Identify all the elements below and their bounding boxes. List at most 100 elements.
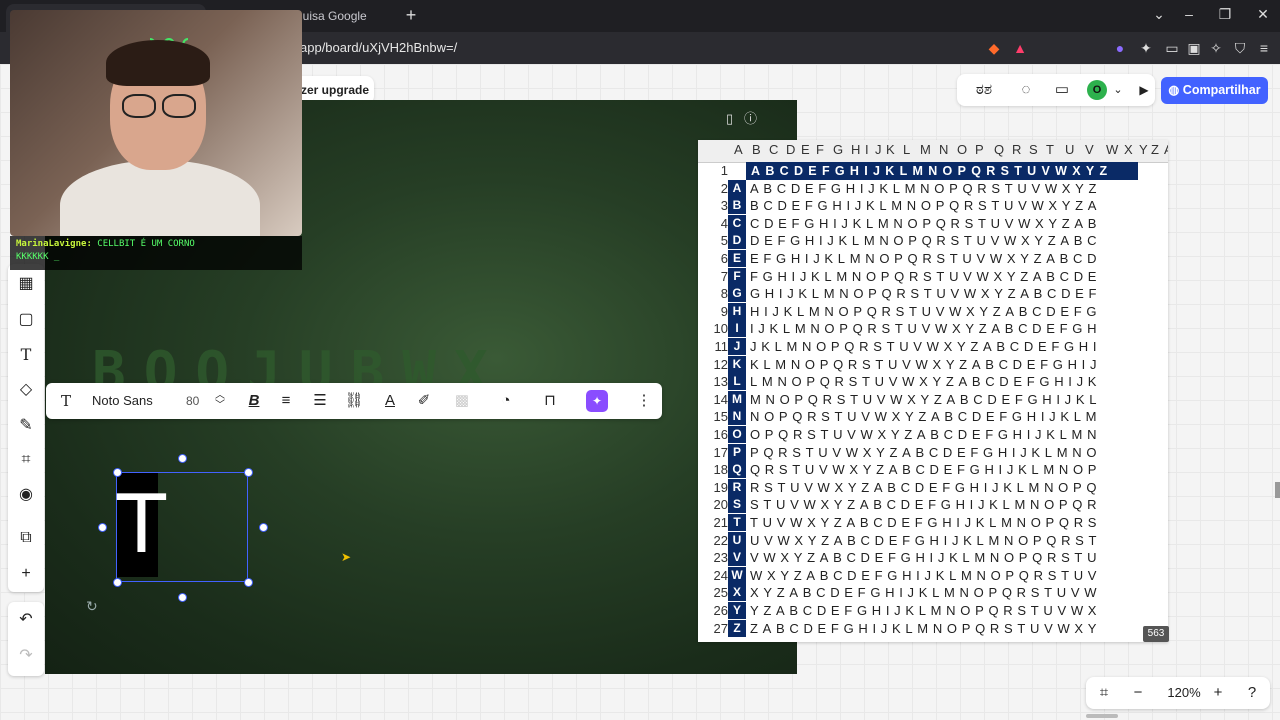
resize-handle-br[interactable] [244, 578, 253, 587]
resize-handle-tl[interactable] [113, 468, 122, 477]
vpn-icon[interactable]: ⛉ [1230, 38, 1250, 58]
bold-button[interactable]: B [244, 391, 264, 411]
vertical-scrollbar[interactable] [1275, 482, 1280, 498]
row-key-letter: D [728, 232, 746, 250]
more-options-icon[interactable]: ⋮ [634, 391, 654, 411]
close-window-button[interactable]: ✕ [1248, 6, 1278, 23]
row-key-letter: O [728, 426, 746, 443]
row-number: 21 [713, 515, 728, 530]
video-icon[interactable]: ▭ [1051, 80, 1073, 100]
align-icon[interactable]: ≡ [276, 391, 296, 411]
row-key-letter: V [728, 549, 746, 567]
table-row: ABCDEFGHIJKLMNOPQRSTUVWXYZ [750, 180, 1102, 196]
brave-shield-icon[interactable]: ◆ [984, 38, 1004, 58]
zoom-out-button[interactable]: − [1128, 683, 1148, 703]
tab-list-button[interactable]: ⌄ [1144, 6, 1174, 23]
font-size-input[interactable]: 80 [186, 391, 199, 411]
sticky-note-icon[interactable]: ▢ [14, 308, 38, 332]
table-row: YZABCDEFGHIJKLMNOPQRSTUVWX [750, 603, 1102, 618]
minimize-button[interactable]: – [1174, 6, 1204, 22]
help-icon[interactable]: ? [1242, 683, 1262, 703]
templates-icon[interactable]: ▦ [14, 272, 38, 296]
maximize-button[interactable]: ❐ [1210, 6, 1240, 23]
zoom-in-button[interactable]: + [1208, 683, 1228, 703]
chevron-down-icon[interactable]: ⌄ [1107, 80, 1129, 100]
column-header: O [957, 142, 968, 157]
browser-menu-icon[interactable]: ≡ [1254, 38, 1274, 58]
tab-google-search[interactable]: quisa Google [286, 4, 402, 32]
row-number: 25 [713, 585, 728, 601]
row-number: 4 [720, 215, 728, 231]
rotate-icon[interactable]: ↻ [86, 598, 98, 615]
new-tab-button[interactable]: + [400, 4, 422, 26]
row-key-letter: H [728, 302, 746, 320]
undo-icon[interactable]: ↶ [14, 608, 38, 632]
comment-icon[interactable]: ◔ [496, 391, 516, 411]
highlight-icon[interactable]: ✐ [414, 391, 434, 411]
row-number: 1 [720, 163, 728, 178]
info-icon[interactable]: ⓘ [744, 111, 757, 126]
shapes-icon[interactable]: ◇ [14, 378, 38, 402]
text-type-icon[interactable]: T [56, 391, 76, 411]
palette-icon[interactable]: ◉ [14, 483, 38, 507]
connector-handle-left[interactable] [98, 523, 107, 532]
brave-rewards-icon[interactable]: ▲ [1010, 38, 1030, 58]
table-row: JKLMNOPQRSTUVWXYZABCDEFGHI [750, 339, 1102, 354]
connector-handle-right[interactable] [259, 523, 268, 532]
streamer-hair [106, 40, 210, 86]
row-key-letter: N [728, 408, 746, 426]
lock-icon[interactable]: ⊓ [540, 391, 560, 411]
present-icon[interactable]: ▶ [1133, 80, 1155, 100]
frame-icon[interactable]: ⌗ [14, 448, 38, 472]
link-icon[interactable]: ⛓ [344, 391, 364, 411]
column-header: G [833, 142, 844, 157]
column-header: D [786, 142, 796, 157]
row-number: 11 [714, 339, 729, 354]
share-button[interactable]: ◍ Compartilhar [1161, 77, 1268, 104]
column-header: AA [1164, 142, 1168, 157]
sidebar-icon[interactable]: ▭ [1162, 38, 1182, 58]
table-row: ZABCDEFGHIJKLMNOPQRSTUVWXY [750, 620, 1102, 636]
embed-icon[interactable]: ⧉ [14, 526, 38, 550]
wallet-icon[interactable]: ▣ [1184, 38, 1204, 58]
column-header: L [903, 142, 911, 157]
reactions-icon[interactable]: ಠಶ [967, 80, 1001, 100]
row-key-letter: G [728, 285, 746, 303]
text-tool-icon[interactable]: T [14, 343, 38, 367]
extension-icon[interactable]: ● [1110, 38, 1130, 58]
selected-text-element[interactable]: T [117, 473, 166, 577]
copy-icon[interactable]: ▯ [726, 111, 733, 126]
font-family-select[interactable]: Noto Sans [92, 391, 153, 411]
horizontal-scrollbar[interactable] [1086, 714, 1118, 718]
fill-icon[interactable]: ▩ [452, 391, 472, 411]
add-icon[interactable]: + [14, 562, 38, 586]
url-field[interactable]: app/board/uXjVH2hBnbw=/ [290, 36, 980, 60]
column-header: A [734, 142, 743, 157]
text-color-icon[interactable]: A [380, 391, 400, 411]
column-header: Q [994, 142, 1005, 157]
pen-icon[interactable]: ✎ [14, 414, 38, 438]
share-label: Compartilhar [1182, 83, 1261, 97]
zoom-level[interactable]: 120% [1164, 683, 1204, 703]
mouse-cursor-icon: ➤ [341, 550, 352, 564]
row-key-letter: X [728, 584, 746, 602]
resize-handle-bl[interactable] [113, 578, 122, 587]
fit-screen-icon[interactable]: ⌗ [1094, 683, 1114, 703]
connector-handle-bottom[interactable] [178, 593, 187, 602]
list-icon[interactable]: ☰ [310, 391, 330, 411]
table-row: OPQRSTUVWXYZABCDEFGHIJKLMN [750, 427, 1102, 442]
resize-handle-tr[interactable] [244, 468, 253, 477]
table-row: EFGHIJKLMNOPQRSTUVWXYZABCD [750, 251, 1102, 266]
spreadsheet-image[interactable]: ABCDEFGHIJKLMNOPQRSTUVWXYZAAAB ABCDEFGHI… [698, 140, 1168, 642]
column-header: M [920, 142, 931, 157]
puzzle-icon[interactable]: ✦ [1136, 38, 1156, 58]
row-key-letter: R [728, 478, 746, 496]
font-size-stepper[interactable]: ︿ ﹀ [214, 391, 226, 411]
connector-handle-top[interactable] [178, 454, 187, 463]
redo-icon[interactable]: ↷ [14, 644, 38, 668]
leo-icon[interactable]: ✧ [1206, 38, 1226, 58]
chat-icon[interactable]: ◌ [1015, 80, 1037, 100]
row-number: 16 [713, 427, 728, 442]
avatar[interactable]: O [1087, 80, 1107, 100]
ai-magic-button[interactable]: ✦ [586, 390, 608, 412]
